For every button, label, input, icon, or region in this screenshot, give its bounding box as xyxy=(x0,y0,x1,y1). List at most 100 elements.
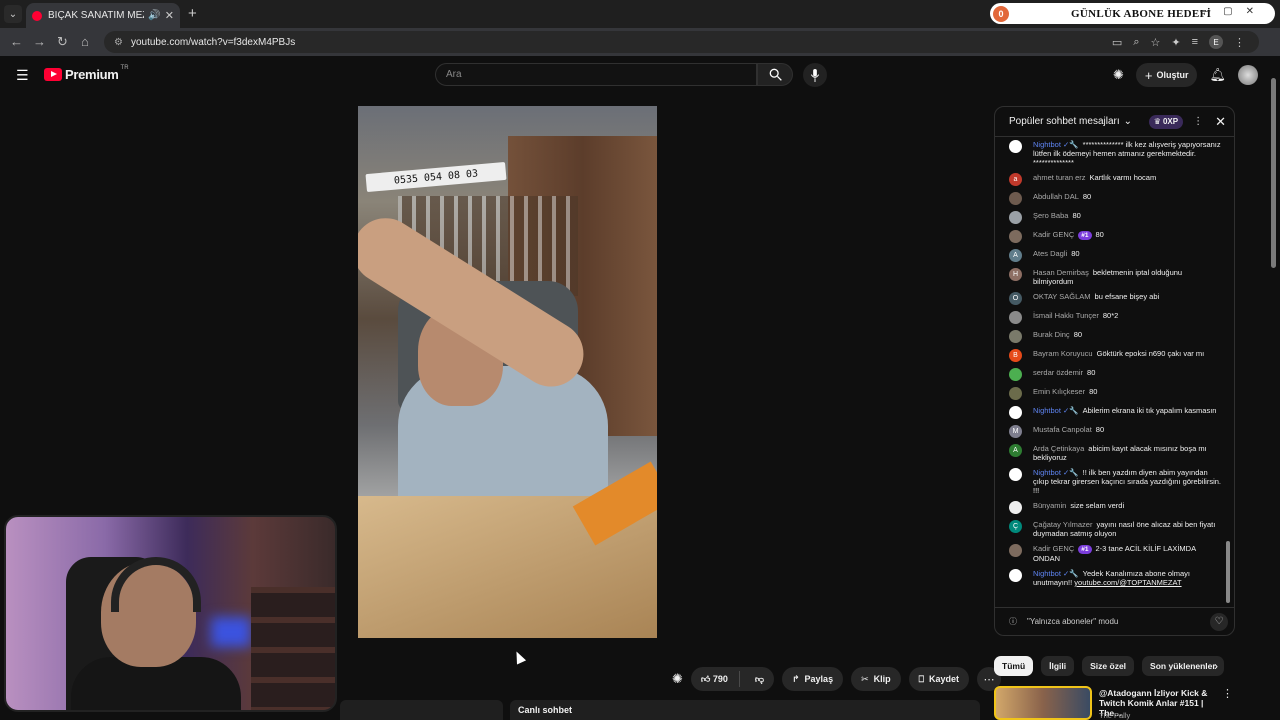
premium-sparkle-icon[interactable]: ✺ xyxy=(1113,67,1124,83)
chat-author[interactable]: Arda Çetinkaya xyxy=(1033,444,1084,453)
clip-button[interactable]: ✂ Klip xyxy=(851,667,901,691)
create-button[interactable]: + Oluştur xyxy=(1135,63,1198,87)
chat-author[interactable]: İsmail Hakkı Tunçer xyxy=(1033,311,1099,320)
xp-badge[interactable]: ♛ 0XP xyxy=(1148,114,1184,129)
close-tab-icon[interactable]: ✕ xyxy=(165,9,174,22)
media-icon[interactable]: ≡ xyxy=(1192,36,1198,48)
save-button[interactable]: ⎕ Kaydet xyxy=(908,667,970,691)
chat-avatar[interactable]: A xyxy=(1009,249,1022,262)
chat-author[interactable]: Bayram Koruyucu xyxy=(1033,349,1093,358)
cast-icon[interactable]: ▭ xyxy=(1112,36,1122,49)
page-scrollbar[interactable] xyxy=(1271,66,1277,268)
chat-avatar[interactable]: M xyxy=(1009,425,1022,438)
chat-message[interactable]: Ç Çağatay Yılmazer yayını nasıl öne alıcaz… xyxy=(1009,520,1221,538)
recommendation-more-icon[interactable]: ⋮ xyxy=(1222,687,1233,700)
chat-author[interactable]: Hasan Demirbaş xyxy=(1033,268,1089,277)
extensions-icon[interactable]: ✦ xyxy=(1171,36,1180,49)
chat-author[interactable]: Nightbot ✓🔧 xyxy=(1033,569,1079,578)
chat-author[interactable]: Emin Kılıçkeser xyxy=(1033,387,1085,396)
chat-avatar[interactable] xyxy=(1009,468,1022,481)
voice-search-button[interactable] xyxy=(803,63,827,87)
chat-message[interactable]: M Mustafa Canpolat 80 xyxy=(1009,425,1221,438)
video-player[interactable]: 0535 054 08 03 xyxy=(358,106,657,638)
browser-menu-icon[interactable]: ⋮ xyxy=(1234,36,1245,49)
chat-avatar[interactable] xyxy=(1009,211,1022,224)
youtube-logo[interactable]: Premium TR xyxy=(44,65,129,82)
chat-avatar[interactable]: O xyxy=(1009,292,1022,305)
chips-next-icon[interactable]: › xyxy=(1214,659,1218,673)
chat-message[interactable]: Burak Dinç 80 xyxy=(1009,330,1221,343)
chat-author[interactable]: Çağatay Yılmazer xyxy=(1033,520,1092,529)
page-scroll-thumb[interactable] xyxy=(1271,78,1276,268)
like-button[interactable]: 👍︎ 790 xyxy=(701,674,728,685)
chat-message[interactable]: O OKTAY SAĞLAM bu efsane bişey abi xyxy=(1009,292,1221,305)
chat-avatar[interactable] xyxy=(1009,387,1022,400)
chat-message[interactable]: Şero Baba 80 xyxy=(1009,211,1221,224)
chat-author[interactable]: Bünyamin xyxy=(1033,501,1066,510)
notifications-bell-icon[interactable]: 🔔︎ xyxy=(1209,67,1226,83)
chat-message[interactable]: Nightbot ✓🔧 ************** ilk kez alışve… xyxy=(1009,140,1221,167)
bookmark-star-icon[interactable]: ☆ xyxy=(1150,36,1160,49)
filter-chip[interactable]: İlgili xyxy=(1041,656,1075,676)
chat-scroll-thumb[interactable] xyxy=(1226,541,1230,603)
chat-avatar[interactable] xyxy=(1009,311,1022,324)
chat-author[interactable]: Nightbot ✓🔧 xyxy=(1033,406,1079,415)
filter-chip[interactable]: Size özel xyxy=(1082,656,1135,676)
filter-chip[interactable]: Tümü xyxy=(994,656,1034,676)
chat-avatar[interactable]: Ç xyxy=(1009,520,1022,533)
info-icon[interactable]: ⓘ xyxy=(1009,616,1017,627)
recommendation-item[interactable]: @Atadogann İzliyor Kick & Twitch Komik A… xyxy=(994,686,1239,720)
chat-avatar[interactable]: A xyxy=(1009,444,1022,457)
chat-message[interactable]: Emin Kılıçkeser 80 xyxy=(1009,387,1221,400)
chat-message[interactable]: Nightbot ✓🔧 Yedek Kanalımıza abone olmayı… xyxy=(1009,569,1221,587)
tab-search-icon[interactable]: ⌄ xyxy=(4,5,22,23)
chat-author[interactable]: Kadir GENÇ xyxy=(1033,230,1074,239)
forward-icon[interactable]: → xyxy=(33,34,46,49)
speaker-icon[interactable]: 🔊 xyxy=(148,10,160,21)
chat-author[interactable]: Abdullah DAL xyxy=(1033,192,1079,201)
chat-message[interactable]: Bünyamin size selam verdi xyxy=(1009,501,1221,514)
chat-author[interactable]: OKTAY SAĞLAM xyxy=(1033,292,1091,301)
recommendation-thumbnail[interactable] xyxy=(994,686,1092,720)
premium-action-icon[interactable]: ✺ xyxy=(672,671,683,687)
profile-avatar[interactable]: E xyxy=(1209,35,1223,49)
new-tab-icon[interactable]: + xyxy=(188,5,197,22)
chat-avatar[interactable] xyxy=(1009,140,1022,153)
chat-author[interactable]: Şero Baba xyxy=(1033,211,1068,220)
chat-message[interactable]: A Arda Çetinkaya abicim kayıt alacak mısın… xyxy=(1009,444,1221,462)
chat-message[interactable]: İsmail Hakkı Tunçer 80*2 xyxy=(1009,311,1221,324)
chat-author[interactable]: Burak Dinç xyxy=(1033,330,1070,339)
chat-message[interactable]: serdar özdemir 80 xyxy=(1009,368,1221,381)
chat-message[interactable]: Kadir GENÇ #1 2-3 tane ACİL KİLİF LAXİMDA … xyxy=(1009,544,1221,563)
chat-more-icon[interactable]: ⋮ xyxy=(1193,116,1203,127)
chat-avatar[interactable] xyxy=(1009,544,1022,557)
chat-avatar[interactable] xyxy=(1009,569,1022,582)
window-controls[interactable]: —▢✕ xyxy=(1200,6,1267,17)
heart-icon[interactable]: ♡ xyxy=(1210,612,1228,631)
chat-avatar[interactable] xyxy=(1009,406,1022,419)
home-icon[interactable]: ⌂ xyxy=(81,34,89,49)
chat-message[interactable]: Kadir GENÇ #1 80 xyxy=(1009,230,1221,243)
live-chat-replay-card[interactable]: Canlı sohbet xyxy=(510,700,980,720)
back-icon[interactable]: ← xyxy=(10,34,23,49)
chat-avatar[interactable] xyxy=(1009,501,1022,514)
account-avatar[interactable] xyxy=(1238,65,1258,85)
share-button[interactable]: ↱ Paylaş xyxy=(782,667,844,691)
chat-author[interactable]: Ates Dagli xyxy=(1033,249,1067,258)
zoom-icon[interactable]: ⌕ xyxy=(1133,36,1139,49)
chat-mode-dropdown[interactable]: Popüler sohbet mesajları ⌄ xyxy=(1009,116,1149,127)
close-chat-icon[interactable]: ✕ xyxy=(1215,114,1226,130)
chat-avatar[interactable]: H xyxy=(1009,268,1022,281)
chat-author[interactable]: Nightbot ✓🔧 xyxy=(1033,140,1079,149)
reload-icon[interactable]: ↻ xyxy=(57,34,68,50)
chat-author[interactable]: ahmet turan erz xyxy=(1033,173,1086,182)
search-button[interactable] xyxy=(757,63,793,86)
browser-tab[interactable]: BIÇAK SANATIM MEZAT ka 🔊 ✕ xyxy=(26,3,180,28)
chat-avatar[interactable] xyxy=(1009,230,1022,243)
chat-avatar[interactable] xyxy=(1009,368,1022,381)
chat-author[interactable]: serdar özdemir xyxy=(1033,368,1083,377)
chat-message[interactable]: a ahmet turan erz Kartlık varmı hocam xyxy=(1009,173,1221,186)
chat-avatar[interactable] xyxy=(1009,192,1022,205)
chat-message[interactable]: B Bayram Koruyucu Göktürk epoksi n690 çakı… xyxy=(1009,349,1221,362)
address-bar[interactable]: ⚙ youtube.com/watch?v=f3dexM4PBJs ▭ ⌕ ☆ … xyxy=(104,31,1259,53)
